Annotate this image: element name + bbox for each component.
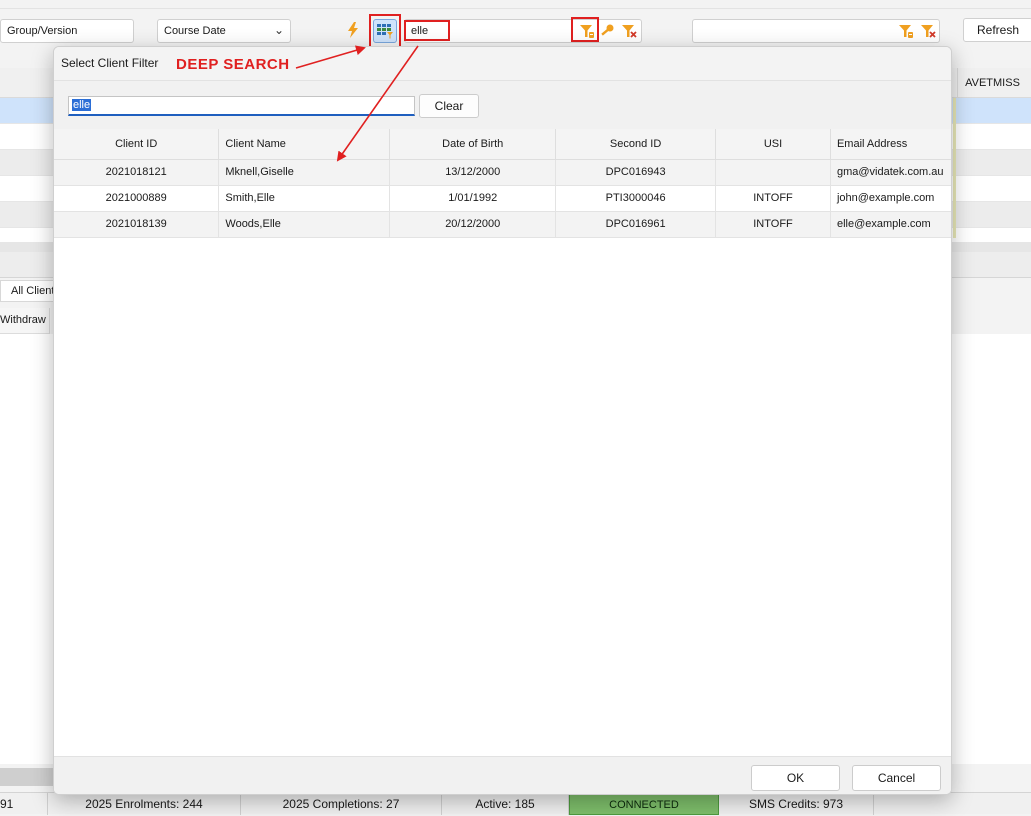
column-header-email-address[interactable]: Email Address bbox=[830, 129, 951, 160]
cell-date-of-birth: 13/12/2000 bbox=[389, 159, 557, 186]
table-header-row: Client ID Client Name Date of Birth Seco… bbox=[54, 129, 951, 160]
status-enrolments: 2025 Enrolments: 244 bbox=[48, 793, 241, 815]
cell-second-id: PTI3000046 bbox=[555, 185, 717, 212]
cell-second-id: DPC016943 bbox=[555, 159, 717, 186]
dialog-search-bar: elle Clear bbox=[54, 80, 951, 129]
secondary-filter-button[interactable] bbox=[895, 20, 917, 42]
cell-usi: INTOFF bbox=[715, 185, 831, 212]
highlight-filter-button bbox=[571, 17, 599, 42]
status-bar: 91 2025 Enrolments: 244 2025 Completions… bbox=[0, 792, 1031, 815]
status-sms-credits: SMS Credits: 973 bbox=[719, 793, 874, 815]
column-header-second-id[interactable]: Second ID bbox=[555, 129, 717, 160]
cell-client-name: Woods,Elle bbox=[218, 211, 391, 238]
dialog-search-value: elle bbox=[72, 99, 92, 111]
cell-date-of-birth: 20/12/2000 bbox=[389, 211, 557, 238]
group-version-label: Group/Version bbox=[7, 25, 78, 37]
cell-date-of-birth: 1/01/1992 bbox=[389, 185, 557, 212]
cell-email: elle@example.com bbox=[830, 211, 951, 238]
cell-usi bbox=[715, 159, 831, 186]
lightning-button[interactable] bbox=[342, 19, 364, 41]
lightning-icon bbox=[348, 22, 358, 38]
secondary-search-box[interactable] bbox=[692, 19, 940, 43]
status-active: Active: 185 bbox=[442, 793, 569, 815]
table-row[interactable]: 2021018121 Mknell,Giselle 13/12/2000 DPC… bbox=[54, 159, 951, 186]
column-header-client-id[interactable]: Client ID bbox=[54, 129, 220, 160]
deep-search-annotation: DEEP SEARCH bbox=[176, 56, 290, 73]
clear-filter-button[interactable] bbox=[618, 20, 640, 42]
course-date-combo[interactable]: Course Date ⌄ bbox=[157, 19, 291, 43]
clear-filter-icon bbox=[921, 25, 936, 38]
client-results-table: Client ID Client Name Date of Birth Seco… bbox=[54, 129, 951, 238]
cell-second-id: DPC016961 bbox=[555, 211, 717, 238]
key-icon bbox=[601, 24, 614, 36]
column-header-withdraw: Withdraw bbox=[0, 308, 50, 334]
status-record-count: 91 bbox=[0, 793, 48, 815]
course-date-label: Course Date bbox=[164, 25, 226, 37]
status-connected-badge: CONNECTED bbox=[569, 793, 719, 815]
dialog-search-input[interactable]: elle bbox=[68, 96, 415, 116]
cell-client-id: 2021000889 bbox=[54, 185, 220, 212]
cell-email: john@example.com bbox=[830, 185, 951, 212]
column-header-avetmiss: AVETMISS bbox=[957, 68, 1027, 98]
dialog-footer: OK Cancel bbox=[54, 756, 951, 794]
row-marker-strip bbox=[953, 98, 956, 238]
column-header-date-of-birth[interactable]: Date of Birth bbox=[389, 129, 557, 160]
filter-icon bbox=[899, 25, 913, 38]
refresh-button[interactable]: Refresh bbox=[963, 18, 1031, 42]
table-row[interactable]: 2021000889 Smith,Elle 1/01/1992 PTI30000… bbox=[54, 185, 951, 212]
cell-client-id: 2021018121 bbox=[54, 159, 220, 186]
cell-client-name: Mknell,Giselle bbox=[218, 159, 391, 186]
highlight-deep-search-button bbox=[369, 14, 401, 48]
select-client-filter-dialog: Select Client Filter elle Clear Client I… bbox=[53, 46, 952, 795]
secondary-clear-filter-button[interactable] bbox=[917, 20, 939, 42]
status-completions: 2025 Completions: 27 bbox=[241, 793, 442, 815]
cell-client-id: 2021018139 bbox=[54, 211, 220, 238]
highlight-search-text bbox=[404, 20, 450, 41]
cell-usi: INTOFF bbox=[715, 211, 831, 238]
cancel-button[interactable]: Cancel bbox=[852, 765, 941, 791]
key-button[interactable] bbox=[596, 20, 618, 42]
cell-email: gma@vidatek.com.au bbox=[830, 159, 951, 186]
column-header-usi[interactable]: USI bbox=[715, 129, 831, 160]
ok-button[interactable]: OK bbox=[751, 765, 840, 791]
chevron-down-icon: ⌄ bbox=[273, 23, 284, 37]
clear-button[interactable]: Clear bbox=[419, 94, 479, 118]
horizontal-scrollbar[interactable] bbox=[0, 768, 60, 786]
clear-filter-icon bbox=[622, 25, 637, 38]
cell-client-name: Smith,Elle bbox=[218, 185, 391, 212]
main-toolbar: Group/Version Course Date ⌄ elle bbox=[0, 8, 1031, 48]
table-row[interactable]: 2021018139 Woods,Elle 20/12/2000 DPC0169… bbox=[54, 211, 951, 238]
column-header-client-name[interactable]: Client Name bbox=[218, 129, 391, 160]
tab-all-clients[interactable]: All Clients bbox=[0, 280, 56, 302]
group-version-combo[interactable]: Group/Version bbox=[0, 19, 134, 43]
